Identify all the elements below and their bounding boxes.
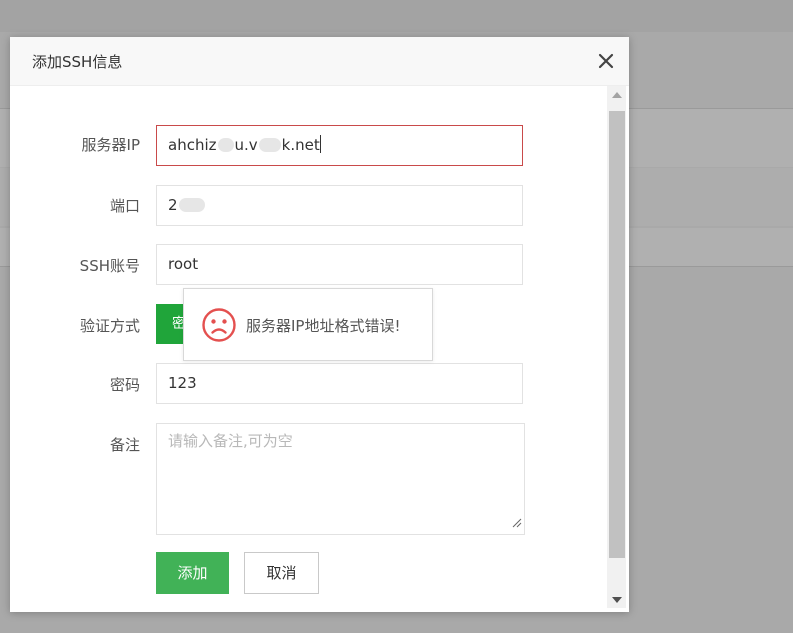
text-caret — [319, 135, 321, 153]
dialog-scrollbar[interactable] — [607, 86, 626, 608]
sad-face-icon — [202, 308, 236, 346]
close-icon[interactable] — [595, 50, 617, 72]
add-button[interactable]: 添加 — [156, 552, 229, 594]
password-input[interactable]: 123 — [156, 363, 523, 404]
remark-label: 备注 — [109, 436, 140, 454]
redacted-mark — [178, 198, 205, 212]
server-ip-input[interactable]: ahchiz u.v k.net — [156, 125, 523, 166]
redacted-mark — [217, 138, 234, 152]
server-ip-label: 服务器IP — [81, 136, 140, 154]
port-label: 端口 — [109, 197, 140, 215]
auth-method-label: 验证方式 — [79, 317, 140, 335]
redacted-mark — [258, 138, 281, 152]
dialog-header: 添加SSH信息 — [10, 37, 629, 86]
scroll-down-arrow-icon[interactable] — [607, 591, 626, 608]
scroll-up-arrow-icon[interactable] — [607, 86, 626, 103]
ssh-account-label: SSH账号 — [79, 257, 140, 275]
cancel-button[interactable]: 取消 — [244, 552, 319, 594]
remark-textarea[interactable]: 请输入备注,可为空 — [156, 423, 525, 535]
resize-grip-icon[interactable] — [512, 514, 522, 532]
toast-message: 服务器IP地址格式错误! — [246, 317, 401, 335]
password-label: 密码 — [109, 376, 140, 394]
port-input[interactable]: 2 — [156, 185, 523, 226]
add-ssh-dialog: 添加SSH信息 服务器IP ahchiz u.v k.net 端口 2 SSH账号 … — [10, 37, 629, 612]
dialog-title: 添加SSH信息 — [32, 53, 123, 71]
ssh-account-input[interactable]: root — [156, 244, 523, 285]
background-header — [0, 0, 793, 32]
error-toast: 服务器IP地址格式错误! — [183, 288, 433, 361]
remark-placeholder: 请输入备注,可为空 — [168, 432, 293, 450]
scroll-thumb[interactable] — [609, 111, 625, 558]
